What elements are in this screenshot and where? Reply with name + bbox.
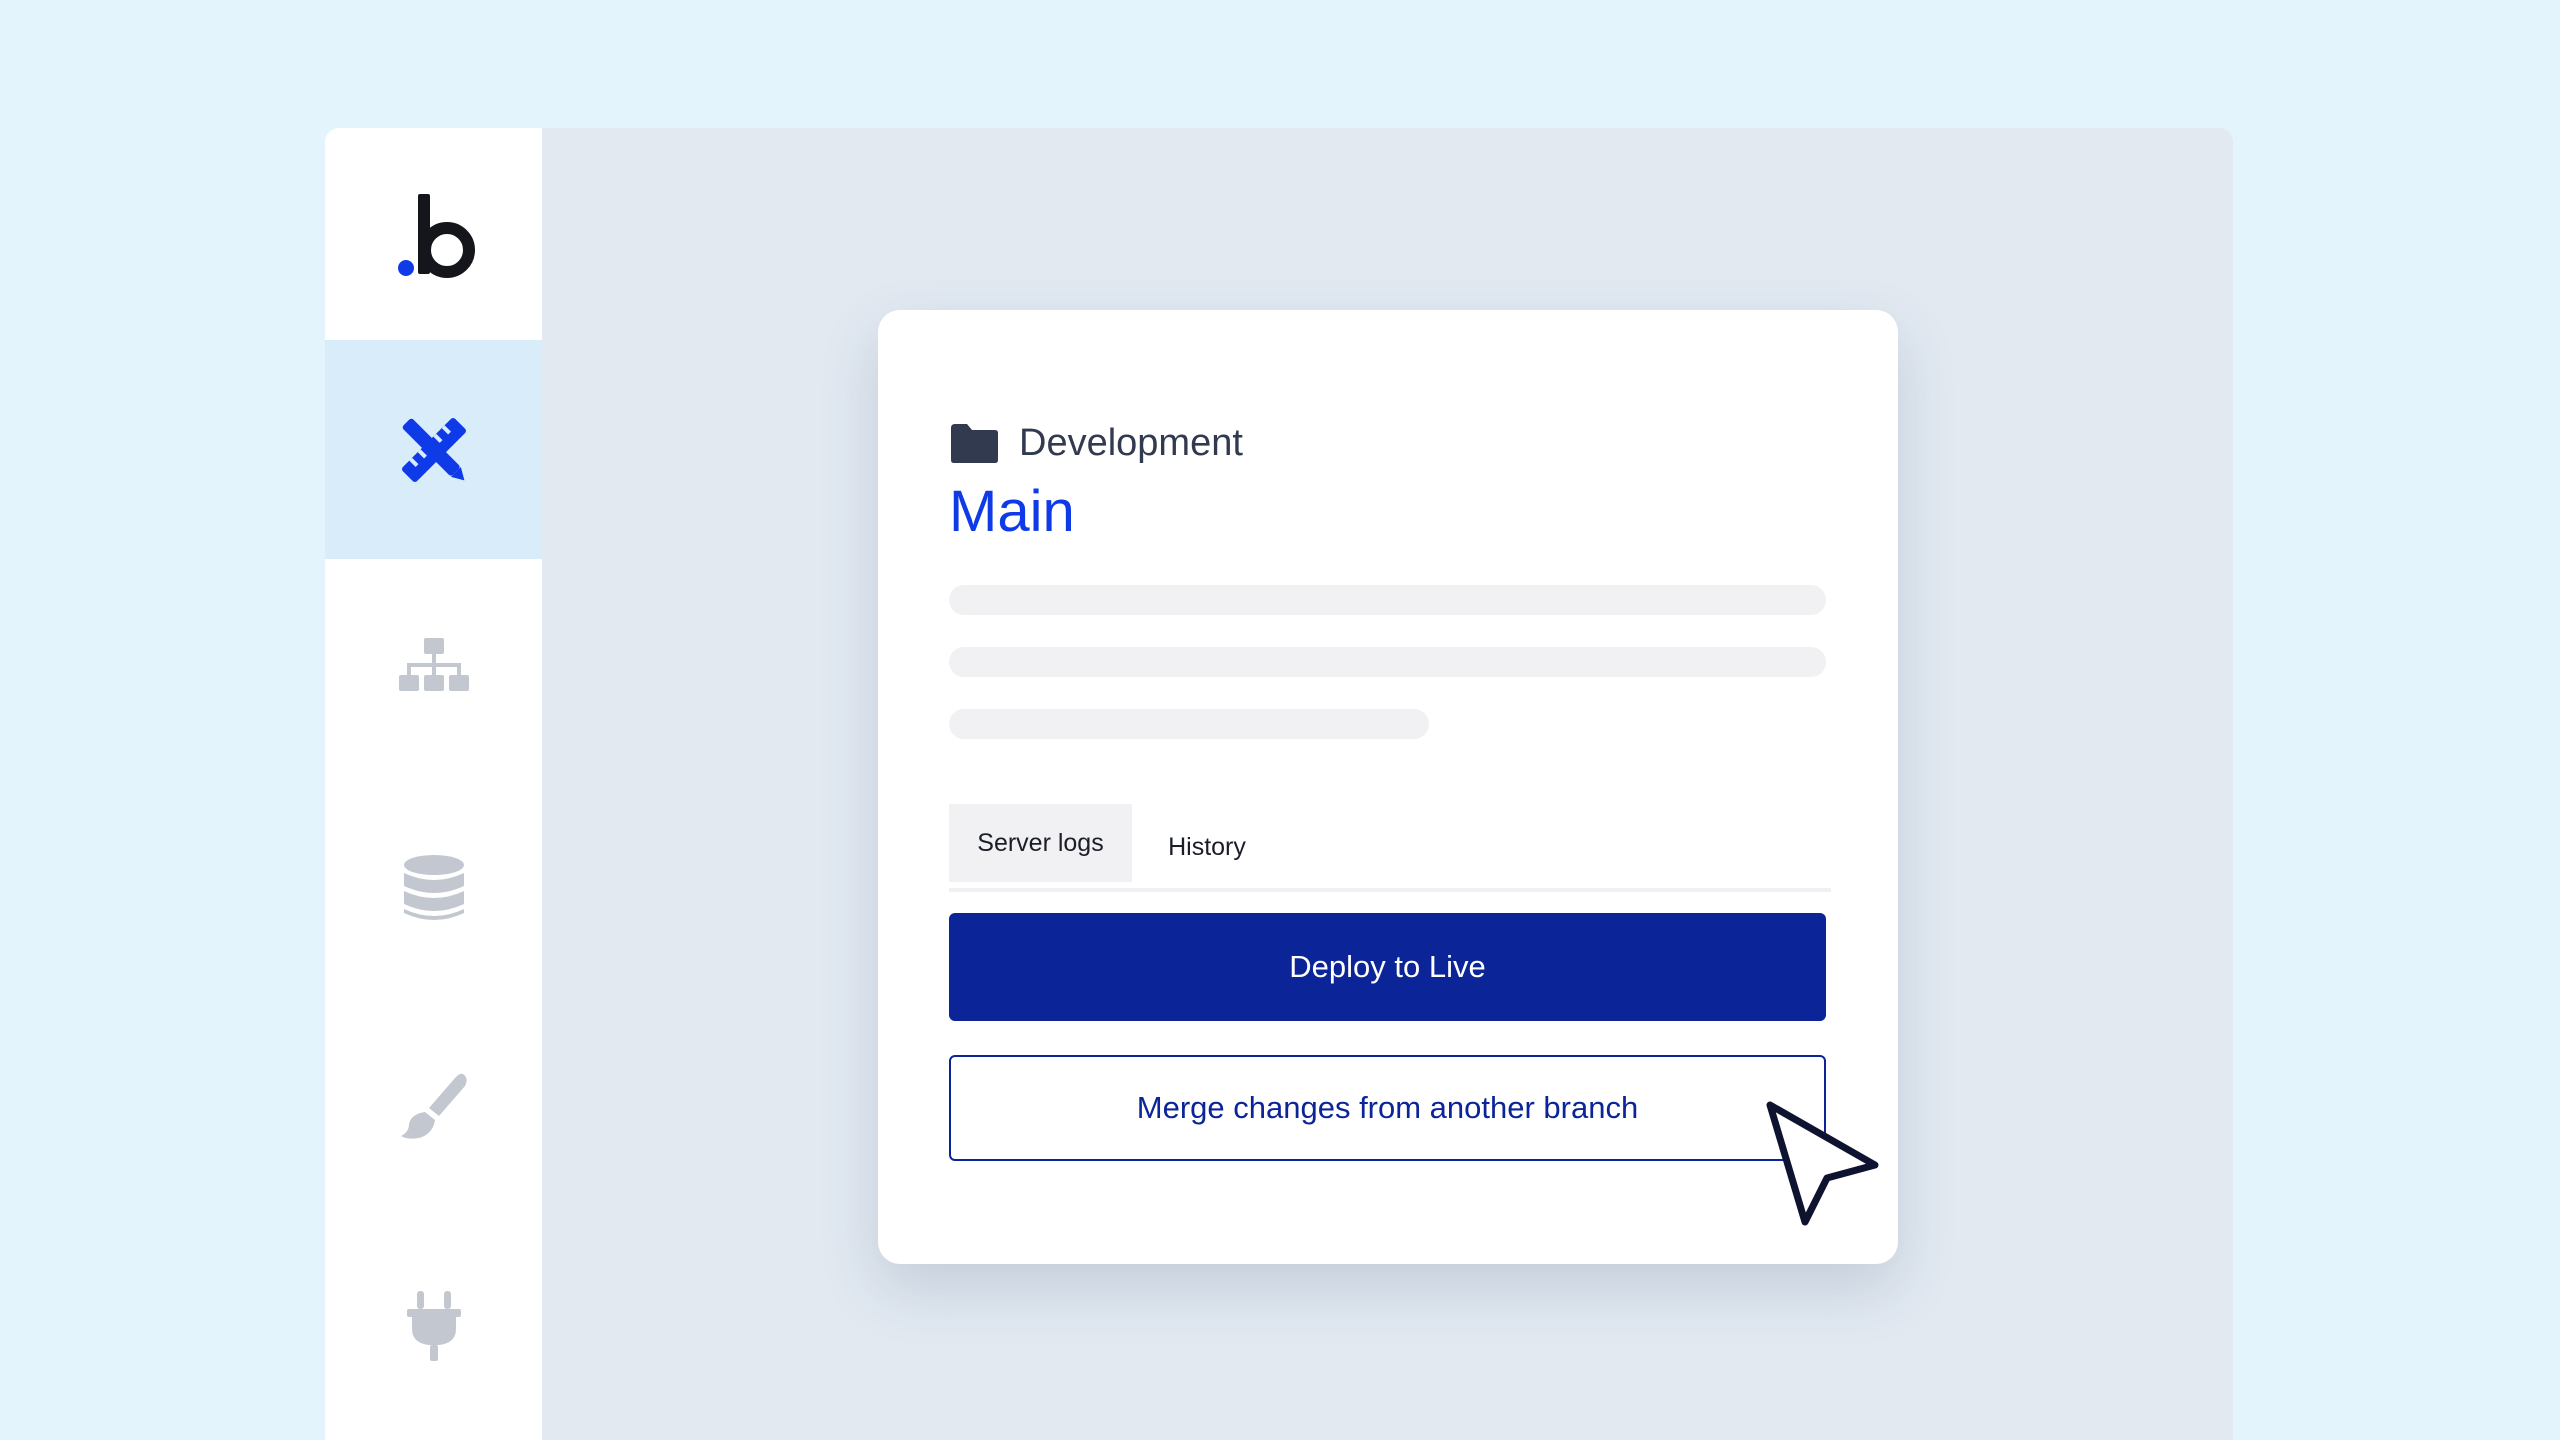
tab-history[interactable]: History <box>1132 804 1282 886</box>
deploy-to-live-button[interactable]: Deploy to Live <box>949 913 1826 1021</box>
environment-row: Development <box>949 418 1243 468</box>
skeleton-line <box>949 647 1826 677</box>
sidebar-item-data[interactable] <box>325 778 542 997</box>
tab-server-logs[interactable]: Server logs <box>949 804 1132 882</box>
folder-icon <box>951 424 998 463</box>
sidebar-item-plugins[interactable] <box>325 1216 542 1435</box>
branch-title: Main <box>949 479 1075 544</box>
sitemap-icon <box>398 637 469 691</box>
sidebar <box>325 128 542 1440</box>
merge-branch-button[interactable]: Merge changes from another branch <box>949 1055 1826 1161</box>
environment-label: Development <box>1019 421 1243 464</box>
skeleton-line <box>949 709 1429 739</box>
skeleton-line <box>949 585 1826 615</box>
paintbrush-icon <box>400 1073 467 1139</box>
bubble-logo-icon <box>397 194 475 278</box>
sidebar-item-workflow[interactable] <box>325 559 542 778</box>
database-icon <box>403 854 464 920</box>
design-tools-icon <box>401 417 466 482</box>
logo <box>325 128 542 340</box>
plug-icon <box>406 1290 461 1361</box>
tab-bar: Server logs History <box>949 804 1831 892</box>
sidebar-item-styles[interactable] <box>325 997 542 1216</box>
branch-card: Development Main Server logs History Dep… <box>878 310 1898 1264</box>
mouse-pointer-icon <box>1766 1101 1879 1226</box>
sidebar-item-design[interactable] <box>325 340 542 559</box>
